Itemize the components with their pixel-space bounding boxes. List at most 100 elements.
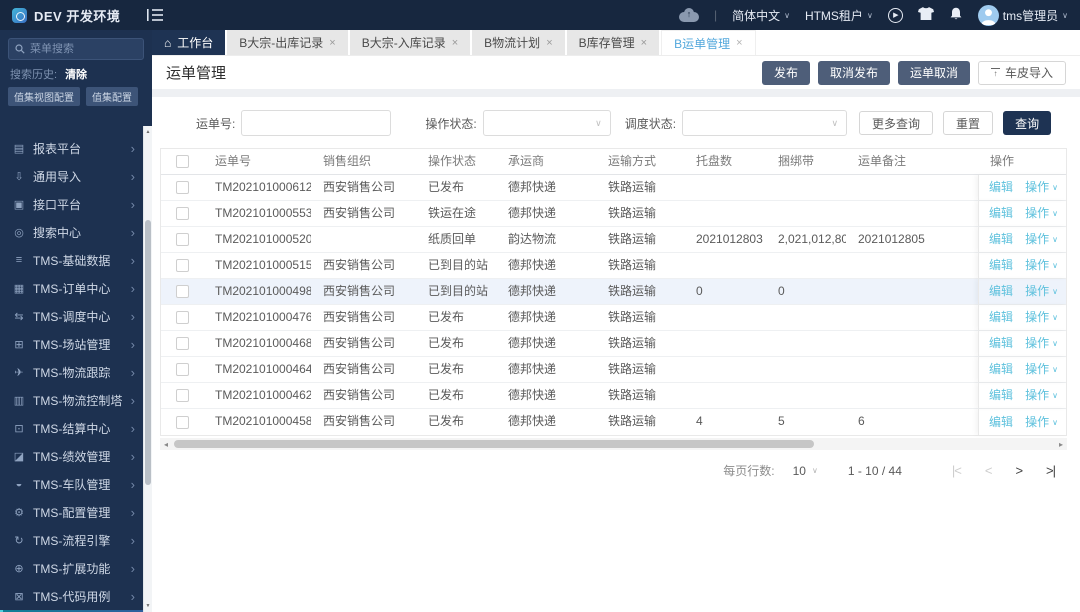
row-checkbox[interactable]	[175, 389, 189, 402]
row-actions-menu[interactable]: 操作 ∨	[1025, 175, 1058, 200]
wagon-import-button[interactable]: ↑ 车皮导入	[977, 60, 1066, 85]
row-checkbox[interactable]	[175, 337, 189, 350]
sidebar-item[interactable]: ⇩ 通用导入 ›	[0, 162, 143, 190]
edit-link[interactable]: 编辑	[989, 305, 1013, 330]
row-actions-menu[interactable]: 操作 ∨	[1025, 383, 1058, 408]
sidebar-item[interactable]: ◒ TMS-车队管理 ›	[0, 470, 143, 498]
actions-cell: 编辑 操作 ∨	[978, 357, 1068, 382]
tab[interactable]: B大宗-出库记录 ×	[227, 30, 348, 55]
edit-link[interactable]: 编辑	[989, 357, 1013, 382]
close-icon[interactable]: ×	[546, 37, 552, 49]
search-button[interactable]: 查询	[1003, 111, 1052, 135]
row-checkbox[interactable]	[175, 363, 189, 376]
language-select[interactable]: 简体中文 ∨	[732, 7, 790, 24]
row-checkbox[interactable]	[175, 233, 189, 246]
sidebar-item[interactable]: ⊕ TMS-扩展功能 ›	[0, 554, 143, 582]
row-actions-menu[interactable]: 操作 ∨	[1025, 331, 1058, 356]
remark-cell: 6	[858, 414, 865, 428]
tab[interactable]: B大宗-入库记录 ×	[349, 30, 471, 55]
page-size-select[interactable]: 10 ∨	[793, 464, 818, 478]
edit-link[interactable]: 编辑	[989, 331, 1013, 356]
chevron-right-icon: ›	[130, 420, 135, 436]
more-query-button[interactable]: 更多查询	[859, 111, 934, 135]
guide-play-icon[interactable]: ▶	[887, 7, 903, 23]
sidebar-item[interactable]: ▥ TMS-物流控制塔 ›	[0, 386, 143, 414]
sidebar-item[interactable]: ▦ TMS-订单中心 ›	[0, 274, 143, 302]
history-tag[interactable]: 值集配置	[86, 87, 138, 106]
last-page-button[interactable]: >|	[1046, 463, 1056, 478]
first-page-button[interactable]: |<	[952, 463, 962, 478]
row-actions-menu[interactable]: 操作 ∨	[1025, 410, 1058, 435]
theme-shirt-icon[interactable]	[917, 6, 934, 24]
sidebar-item[interactable]: ▣ 接口平台 ›	[0, 190, 143, 218]
row-actions-menu[interactable]: 操作 ∨	[1025, 279, 1058, 304]
clear-history-button[interactable]: 清除	[65, 66, 87, 82]
scroll-right-icon[interactable]: ▸	[1055, 438, 1067, 450]
edit-link[interactable]: 编辑	[989, 227, 1013, 252]
transport-mode-cell: 铁路运输	[608, 206, 657, 220]
scroll-down-icon[interactable]: ▼	[144, 603, 152, 609]
reset-button[interactable]: 重置	[943, 111, 994, 135]
op-status-select[interactable]: ∨	[482, 110, 611, 136]
edit-link[interactable]: 编辑	[989, 410, 1013, 435]
sidebar-item[interactable]: ↻ TMS-流程引擎 ›	[0, 526, 143, 554]
dispatch-status-select[interactable]: ∨	[682, 110, 848, 136]
row-actions-menu[interactable]: 操作 ∨	[1025, 357, 1058, 382]
edit-link[interactable]: 编辑	[989, 201, 1013, 226]
sidebar-item[interactable]: ◎ 搜索中心 ›	[0, 218, 143, 246]
action-button[interactable]: 运单取消	[897, 60, 970, 85]
scrollbar-thumb[interactable]	[145, 220, 151, 485]
sidebar-item[interactable]: ≡ TMS-基础数据 ›	[0, 246, 143, 274]
row-checkbox[interactable]	[175, 285, 189, 298]
row-checkbox[interactable]	[175, 181, 189, 194]
edit-link[interactable]: 编辑	[989, 175, 1013, 200]
sidebar-item[interactable]: ⊞ TMS-场站管理 ›	[0, 330, 143, 358]
sidebar-item[interactable]: ▤ 报表平台 ›	[0, 134, 143, 162]
main-area: ⌂ 工作台 B大宗-出库记录 × B大宗-入库记录 × B物流计划 × B库存管…	[152, 30, 1080, 612]
history-tag[interactable]: 值集视图配置	[8, 87, 80, 106]
sidebar-item[interactable]: ⇆ TMS-调度中心 ›	[0, 302, 143, 330]
waybill-input[interactable]	[241, 110, 392, 136]
edit-link[interactable]: 编辑	[989, 383, 1013, 408]
edit-link[interactable]: 编辑	[989, 279, 1013, 304]
prev-page-button[interactable]: <	[985, 463, 993, 478]
next-page-button[interactable]: >	[1015, 463, 1023, 478]
select-all-checkbox[interactable]	[175, 155, 189, 168]
sidebar-scrollbar[interactable]: ▲ ▼	[143, 126, 152, 612]
row-checkbox[interactable]	[175, 207, 189, 220]
sidebar-item[interactable]: ⚙ TMS-配置管理 ›	[0, 498, 143, 526]
notifications-bell-icon[interactable]	[949, 7, 963, 24]
pallets-cell: 2021012803	[696, 232, 763, 246]
menu-search-input[interactable]	[30, 43, 130, 55]
tenant-select[interactable]: HTMS租户 ∨	[805, 7, 873, 24]
scroll-up-icon[interactable]: ▲	[144, 129, 152, 135]
sidebar-item[interactable]: ✈ TMS-物流跟踪 ›	[0, 358, 143, 386]
cloud-upload-icon[interactable]: ↑	[678, 8, 699, 22]
row-actions-menu[interactable]: 操作 ∨	[1025, 253, 1058, 278]
close-icon[interactable]: ×	[736, 37, 742, 49]
close-icon[interactable]: ×	[329, 37, 335, 49]
close-icon[interactable]: ×	[452, 37, 458, 49]
close-icon[interactable]: ×	[641, 37, 647, 49]
tab[interactable]: B物流计划 ×	[472, 30, 565, 55]
action-button[interactable]: 发布	[761, 60, 810, 85]
collapse-sidebar-icon[interactable]	[146, 8, 164, 22]
sidebar-item[interactable]: ◪ TMS-绩效管理 ›	[0, 442, 143, 470]
tab[interactable]: B库存管理 ×	[566, 30, 660, 55]
row-actions-menu[interactable]: 操作 ∨	[1025, 201, 1058, 226]
row-actions-menu[interactable]: 操作 ∨	[1025, 305, 1058, 330]
row-actions-menu[interactable]: 操作 ∨	[1025, 227, 1058, 252]
row-checkbox[interactable]	[175, 415, 189, 429]
action-button[interactable]: 取消发布	[817, 60, 890, 85]
table-horizontal-scrollbar[interactable]: ◂ ▸	[160, 438, 1067, 450]
tab[interactable]: B运单管理 ×	[661, 30, 756, 55]
sidebar-item[interactable]: ⊡ TMS-结算中心 ›	[0, 414, 143, 442]
scrollbar-thumb[interactable]	[174, 440, 814, 448]
tab-workbench[interactable]: ⌂ 工作台	[152, 30, 226, 55]
scroll-left-icon[interactable]: ◂	[160, 438, 172, 450]
row-checkbox[interactable]	[175, 259, 189, 272]
row-checkbox[interactable]	[175, 311, 189, 324]
user-menu[interactable]: tms管理员 ∨	[977, 4, 1068, 26]
sidebar-item[interactable]: ⊠ TMS-代码用例 ›	[0, 582, 143, 610]
edit-link[interactable]: 编辑	[989, 253, 1013, 278]
